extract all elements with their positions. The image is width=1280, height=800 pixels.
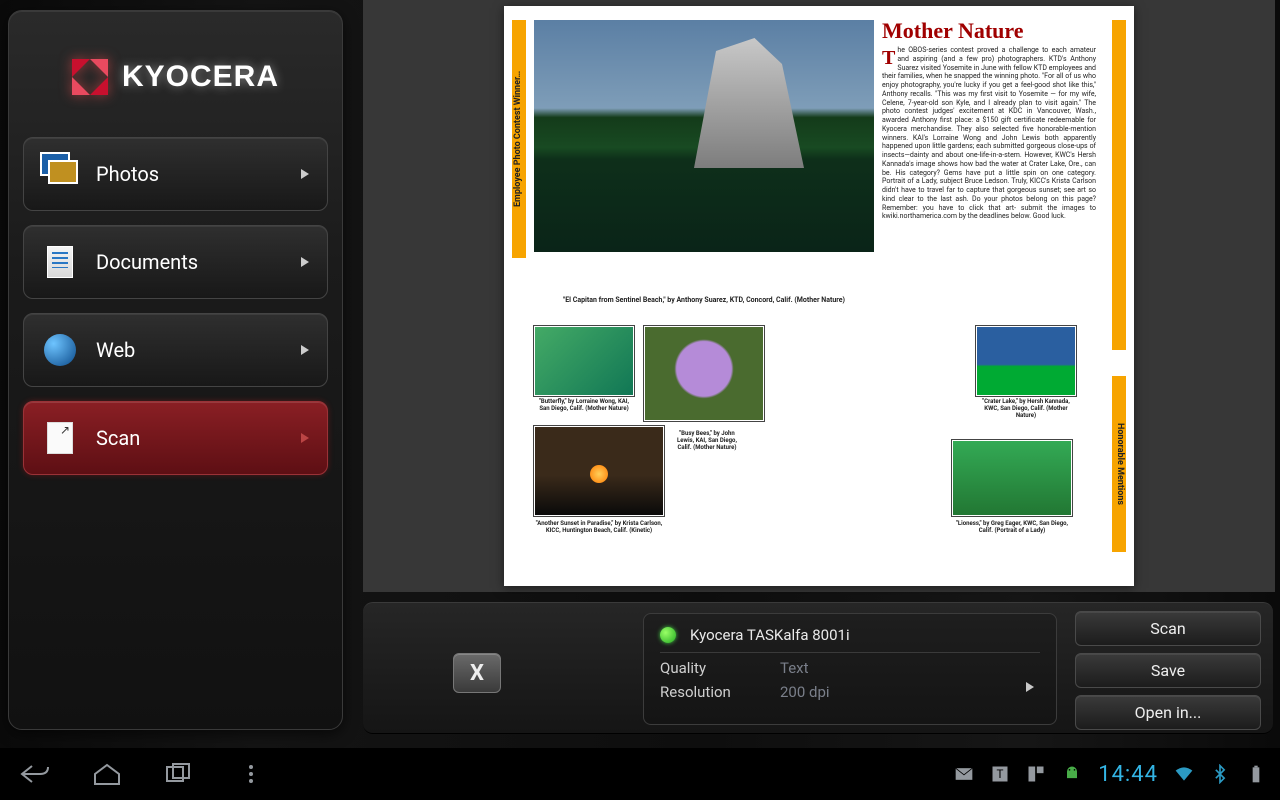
save-button[interactable]: Save [1075,653,1261,688]
brand-logo: KYOCERA [19,31,332,137]
open-in-button-label: Open in... [1135,703,1202,722]
sidebar-item-label: Scan [96,426,283,450]
thumb-crater [976,326,1076,396]
quality-row: Quality Text [660,653,1040,677]
quality-label: Quality [660,659,780,677]
sidebar-nav: Photos Documents Web Scan [19,137,332,475]
caption-sunset: "Another Sunset in Paradise," by Krista … [534,520,664,534]
thumb-thistle [644,326,764,421]
caption-crater: "Crater Lake," by Hersh Kannada, KWC, Sa… [976,398,1076,419]
wifi-icon [1174,764,1194,784]
sidebar-item-photos[interactable]: Photos [23,137,328,211]
sidebar-item-web[interactable]: Web [23,313,328,387]
flipboard-icon [1026,764,1046,784]
device-name: Kyocera TASKalfa 8001i [690,626,850,644]
chevron-right-icon [301,433,309,443]
chevron-right-icon [1026,682,1034,692]
thumb-sunset [534,426,664,516]
chevron-right-icon [301,169,309,179]
close-button[interactable]: X [453,653,501,693]
status-ok-icon [660,627,676,643]
close-icon: X [470,661,484,686]
document-page: Employee Photo Contest Winner… Honorable… [504,6,1134,586]
right-tab-stripe [1112,20,1126,350]
save-button-label: Save [1151,661,1185,680]
hero-photo [534,20,874,252]
scan-icon [42,420,78,456]
sidebar: KYOCERA Photos Documents Web Scan [8,10,343,730]
menu-button[interactable] [230,758,272,790]
scan-preview[interactable]: Employee Photo Contest Winner… Honorable… [363,0,1275,592]
thumb-butterfly [534,326,634,396]
caption-butterfly: "Butterfly," by Lorraine Wong, KAI, San … [534,398,634,412]
thumb-lioness [952,440,1072,516]
sidebar-item-scan[interactable]: Scan [23,401,328,475]
open-in-button[interactable]: Open in... [1075,695,1261,730]
sidebar-item-label: Web [96,338,283,362]
device-settings-panel[interactable]: Kyocera TASKalfa 8001i Quality Text Reso… [643,613,1057,725]
text-icon: T [990,764,1010,784]
recents-button[interactable] [158,758,200,790]
resolution-row: Resolution 200 dpi [660,677,1040,701]
web-icon [42,332,78,368]
home-button[interactable] [86,758,128,790]
sidebar-item-label: Documents [96,250,283,274]
chevron-right-icon [301,257,309,267]
back-button[interactable] [14,758,56,790]
quality-value: Text [780,659,809,677]
hero-caption: "El Capitan from Sentinel Beach," by Ant… [534,296,874,304]
resolution-label: Resolution [660,683,780,701]
kyocera-mark-icon [72,59,108,95]
battery-icon [1246,764,1266,784]
android-system-bar: T 14:44 [0,748,1280,800]
chevron-right-icon [301,345,309,355]
control-bar: X Kyocera TASKalfa 8001i Quality Text Re… [363,602,1273,734]
sidebar-item-label: Photos [96,162,283,186]
mail-icon [954,764,974,784]
documents-icon [42,244,78,280]
right-tab-label: Honorable Mentions [1112,376,1126,552]
brand-name: KYOCERA [122,60,279,94]
bluetooth-icon [1210,764,1230,784]
left-tab-label: Employee Photo Contest Winner… [512,20,526,258]
resolution-value: 200 dpi [780,683,830,701]
svg-text:T: T [997,767,1004,781]
action-buttons: Scan Save Open in... [1075,611,1261,730]
device-row: Kyocera TASKalfa 8001i [660,624,1040,653]
scan-button-label: Scan [1150,619,1185,638]
clock: 14:44 [1098,762,1158,787]
article-body: The OBOS-series contest proved a challen… [882,46,1096,306]
status-tray[interactable]: T 14:44 [954,762,1266,787]
app-root: KYOCERA Photos Documents Web Scan [0,0,1280,800]
photos-icon [42,156,78,192]
caption-bees: "Busy Bees," by John Lewis, KAI, San Die… [672,430,742,451]
article-headline: Mother Nature [882,18,1024,44]
caption-lioness: "Lioness," by Greg Eager, KWC, San Diego… [952,520,1072,534]
scan-button[interactable]: Scan [1075,611,1261,646]
sidebar-item-documents[interactable]: Documents [23,225,328,299]
android-icon [1062,764,1082,784]
